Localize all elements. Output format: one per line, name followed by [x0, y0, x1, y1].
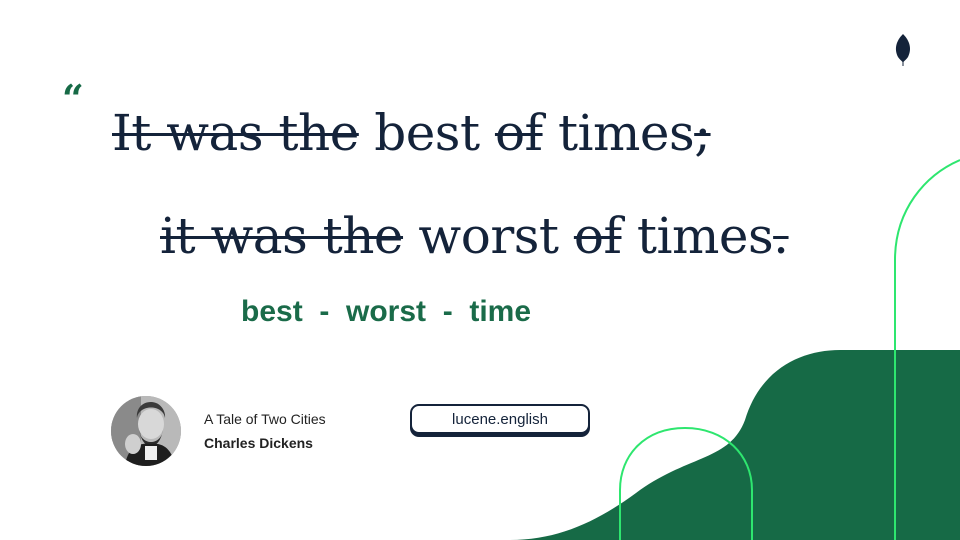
quote-fragment: times: [621, 207, 774, 265]
quote-line-1: It was the best of times;: [112, 104, 711, 162]
author-portrait: [111, 396, 181, 466]
quote-fragment: best: [358, 104, 495, 162]
green-wave-shape: [510, 350, 960, 540]
leaf-icon: [895, 34, 911, 66]
quote-mark: “: [62, 76, 84, 121]
quote-fragment: of: [573, 207, 622, 265]
author-name: Charles Dickens: [204, 435, 313, 451]
quote-fragment: .: [773, 207, 789, 265]
brand-handle-label: lucene.english: [452, 410, 548, 428]
quote-fragment: ;: [694, 104, 711, 162]
quote-fragment: times: [542, 104, 695, 162]
brand-handle-button[interactable]: lucene.english: [410, 404, 590, 434]
keywords-summary: best - worst - time: [241, 295, 532, 328]
quote-fragment: it was the: [160, 207, 404, 265]
quote-fragment: It was the: [112, 104, 359, 162]
quote-fragment: of: [494, 104, 543, 162]
book-title: A Tale of Two Cities: [204, 411, 326, 427]
quote-line-2: it was the worst of times.: [160, 207, 789, 265]
quote-fragment: worst: [403, 207, 574, 265]
